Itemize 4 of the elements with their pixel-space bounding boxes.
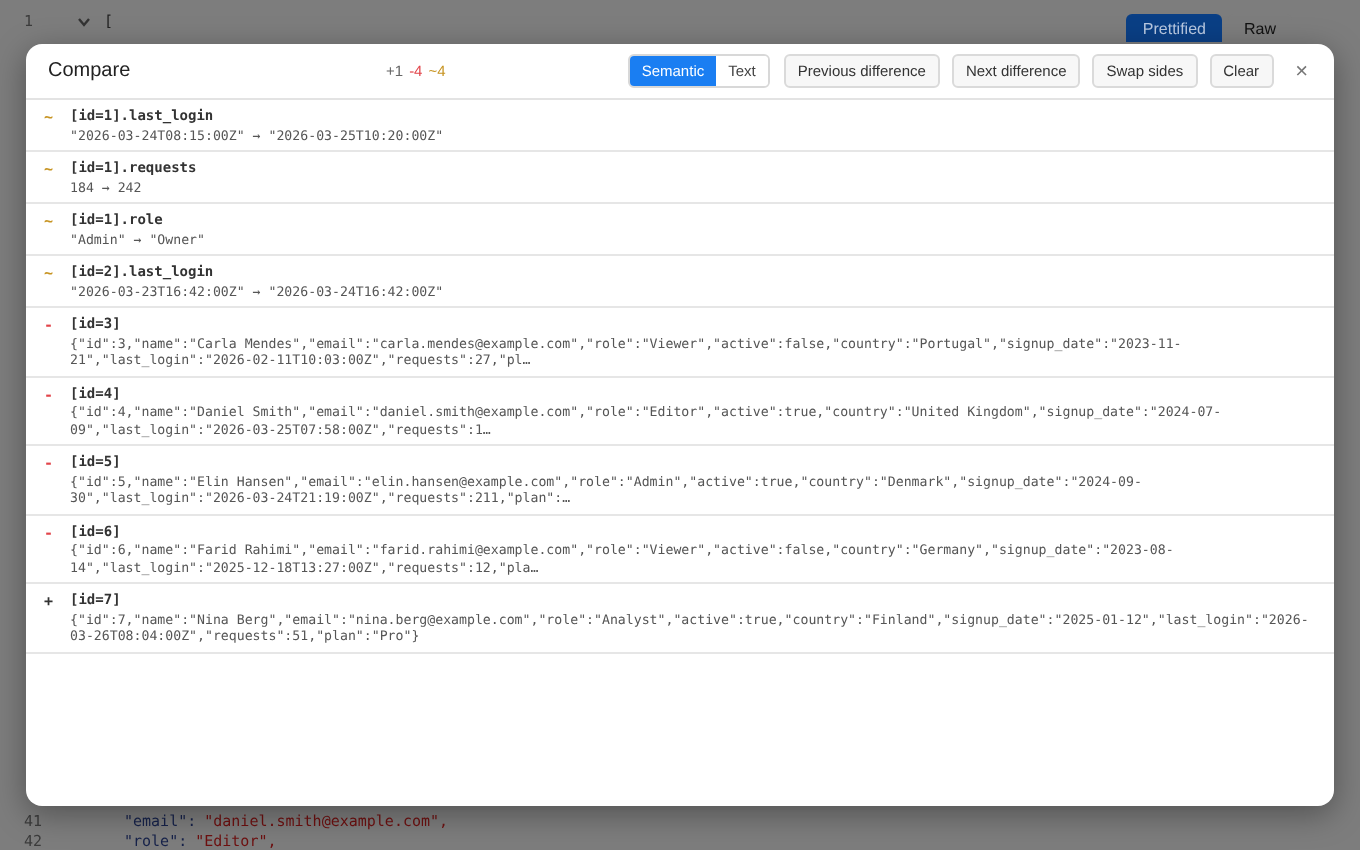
- dialog-title: Compare: [48, 60, 133, 82]
- chevron-down-icon[interactable]: [76, 13, 92, 29]
- view-mode-button[interactable]: Prettified: [1126, 14, 1222, 42]
- close-button[interactable]: ×: [1289, 59, 1314, 83]
